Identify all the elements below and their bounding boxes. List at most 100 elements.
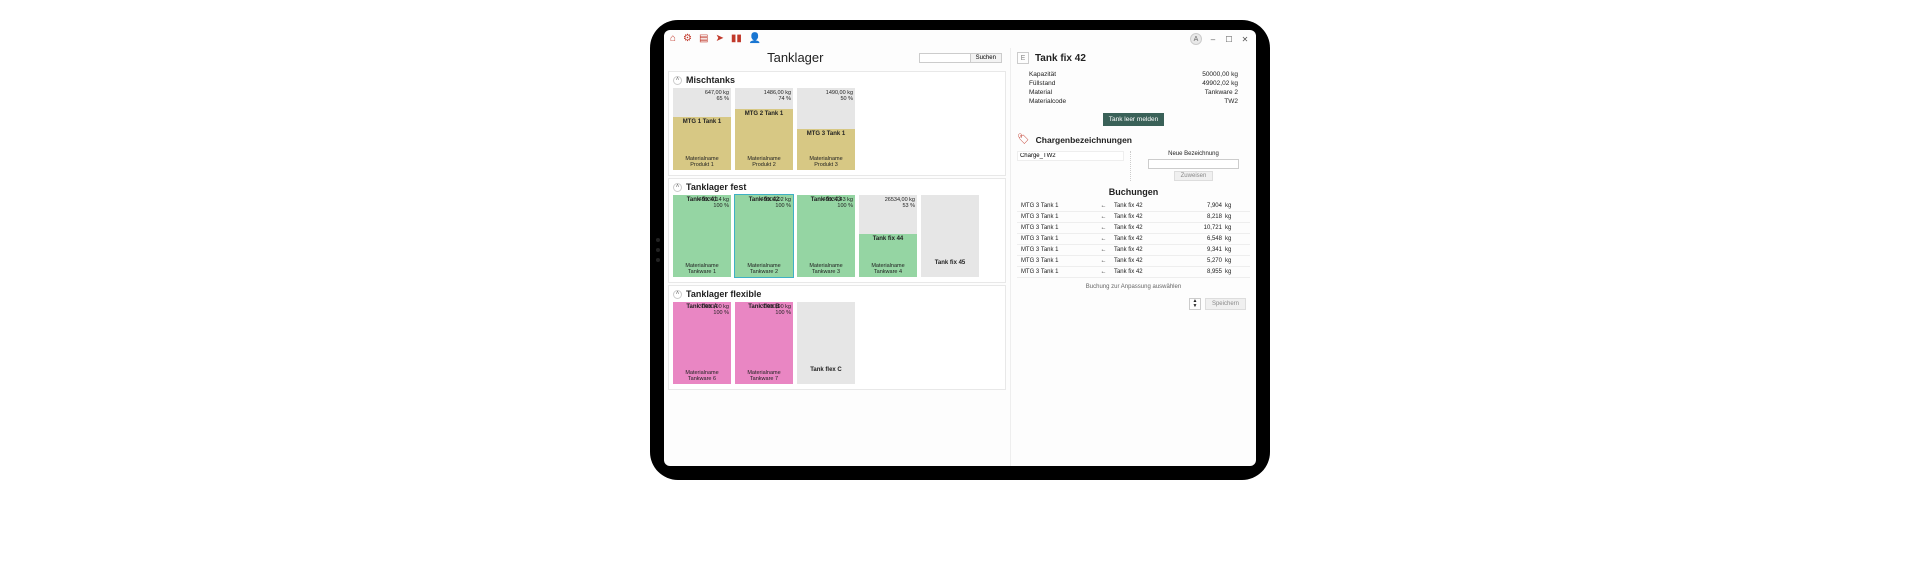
- booking-dest: MTG 3 Tank 1: [1021, 203, 1093, 209]
- booking-row[interactable]: MTG 3 Tank 1←Tank fix 4210,721kg: [1017, 223, 1250, 234]
- arrow-icon: ←: [1093, 225, 1114, 231]
- booking-qty: 10,721: [1174, 225, 1222, 231]
- tank-pct: 50 %: [826, 96, 853, 102]
- collapse-toggle[interactable]: ˄: [673, 290, 682, 299]
- tank-name: Tank flex C: [799, 367, 853, 373]
- booking-unit: kg: [1222, 225, 1246, 231]
- booking-row[interactable]: MTG 3 Tank 1←Tank fix 427,904kg: [1017, 201, 1250, 212]
- collapse-toggle[interactable]: ˄: [673, 76, 682, 85]
- quantity-stepper[interactable]: ▲▼: [1189, 298, 1201, 310]
- arrow-icon: ←: [1093, 203, 1114, 209]
- booking-src: Tank fix 42: [1114, 236, 1174, 242]
- section-title: Mischtanks: [686, 75, 735, 85]
- avatar[interactable]: A: [1190, 33, 1202, 45]
- cursor-icon[interactable]: ➤: [715, 34, 723, 44]
- detail-key: Materialcode: [1029, 98, 1066, 105]
- booking-qty: 8,218: [1174, 214, 1222, 220]
- tank-card[interactable]: 49902,02 kg100 %Tank fix 42MaterialnameT…: [735, 195, 793, 277]
- booking-dest: MTG 3 Tank 1: [1021, 225, 1093, 231]
- booking-unit: kg: [1222, 203, 1246, 209]
- booking-src: Tank fix 42: [1114, 203, 1174, 209]
- tag-icon: 🏷: [1017, 134, 1030, 145]
- arrow-icon: ←: [1093, 214, 1114, 220]
- tank-card[interactable]: 30000,00 kg100 %Tank flex BMaterialnameT…: [735, 302, 793, 384]
- section: ˄ Tanklager flexible 30000,00 kg100 %Tank …: [668, 285, 1006, 390]
- tank-name: MTG 3 Tank 1: [799, 131, 853, 137]
- booking-src: Tank fix 42: [1114, 214, 1174, 220]
- section: ˄ Mischtanks 647,00 kg65 %MTG 1 Tank 1Mate…: [668, 71, 1006, 176]
- tank-card[interactable]: 30000,00 kg100 %Tank flex AMaterialnameT…: [673, 302, 731, 384]
- toolbar: ⌂ ⚙ ▤ ➤ ▮▮ 👤 A – ☐ ✕: [664, 30, 1256, 48]
- booking-qty: 8,955: [1174, 269, 1222, 275]
- charge-title: Chargenbezeichnungen: [1036, 135, 1132, 145]
- detail-panel: E Tank fix 42 Kapazität50000,00 kgFüllst…: [1010, 48, 1256, 466]
- booking-unit: kg: [1222, 247, 1246, 253]
- collapse-toggle[interactable]: ˄: [673, 183, 682, 192]
- window-close[interactable]: ✕: [1240, 35, 1250, 44]
- section-title: Tanklager fest: [686, 182, 746, 192]
- booking-dest: MTG 3 Tank 1: [1021, 236, 1093, 242]
- arrow-icon: ←: [1093, 236, 1114, 242]
- gear-icon[interactable]: ⚙: [683, 34, 692, 44]
- charge-new-input[interactable]: [1148, 159, 1238, 169]
- tank-card[interactable]: Tank fix 45: [921, 195, 979, 277]
- booking-dest: MTG 3 Tank 1: [1021, 247, 1093, 253]
- bookings-title: Buchungen: [1017, 187, 1250, 197]
- booking-src: Tank fix 42: [1114, 225, 1174, 231]
- booking-unit: kg: [1222, 214, 1246, 220]
- booking-qty: 6,548: [1174, 236, 1222, 242]
- booking-qty: 5,270: [1174, 258, 1222, 264]
- booking-dest: MTG 3 Tank 1: [1021, 269, 1093, 275]
- tank-card[interactable]: 26534,00 kg53 %Tank fix 44MaterialnameTa…: [859, 195, 917, 277]
- booking-unit: kg: [1222, 269, 1246, 275]
- tank-card[interactable]: 49937,43 kg100 %Tank fix 43MaterialnameT…: [797, 195, 855, 277]
- chart-icon[interactable]: ▮▮: [731, 34, 742, 44]
- tank-card[interactable]: 1490,00 kg50 %MTG 3 Tank 1MaterialnamePr…: [797, 88, 855, 170]
- save-button[interactable]: Speichern: [1205, 298, 1246, 310]
- home-icon[interactable]: ⌂: [670, 34, 676, 44]
- tank-material: Produkt 1: [675, 162, 729, 168]
- bookings-footer: Buchung zur Anpassung auswählen: [1017, 282, 1250, 292]
- tank-empty-button[interactable]: Tank leer melden: [1103, 113, 1165, 126]
- search-button[interactable]: Suchen: [970, 54, 1001, 62]
- booking-row[interactable]: MTG 3 Tank 1←Tank fix 425,270kg: [1017, 256, 1250, 267]
- booking-row[interactable]: MTG 3 Tank 1←Tank fix 429,341kg: [1017, 245, 1250, 256]
- tank-card[interactable]: 1486,00 kg74 %MTG 2 Tank 1MaterialnamePr…: [735, 88, 793, 170]
- detail-value: 50000,00 kg: [1202, 71, 1238, 78]
- tank-name: Tank fix 45: [923, 260, 977, 266]
- main-panel: Tanklager Suchen ˄Mischtanks647,00 kg65 …: [664, 48, 1010, 466]
- tank-material: Tankware 7: [737, 376, 791, 382]
- tank-card[interactable]: 49930,14 kg100 %Tank fix 41MaterialnameT…: [673, 195, 731, 277]
- tank-card[interactable]: Tank flex C: [797, 302, 855, 384]
- charge-assign-button[interactable]: Zuweisen: [1174, 171, 1214, 181]
- booking-row[interactable]: MTG 3 Tank 1←Tank fix 428,218kg: [1017, 212, 1250, 223]
- booking-row[interactable]: MTG 3 Tank 1←Tank fix 426,548kg: [1017, 234, 1250, 245]
- window-maximize[interactable]: ☐: [1224, 35, 1234, 44]
- booking-src: Tank fix 42: [1114, 269, 1174, 275]
- tank-pct: 100 %: [761, 203, 791, 209]
- section: ˄ Tanklager fest 49930,14 kg100 %Tank fix …: [668, 178, 1006, 283]
- tank-pct: 74 %: [764, 96, 791, 102]
- detail-title: Tank fix 42: [1035, 53, 1086, 64]
- tank-material: Tankware 4: [861, 269, 915, 275]
- arrow-icon: ←: [1093, 269, 1114, 275]
- detail-key: Material: [1029, 89, 1052, 96]
- book-icon[interactable]: ▤: [699, 34, 708, 44]
- window-minimize[interactable]: –: [1208, 35, 1218, 44]
- tank-pct: 100 %: [823, 203, 853, 209]
- tank-card[interactable]: 647,00 kg65 %MTG 1 Tank 1MaterialnamePro…: [673, 88, 731, 170]
- detail-value: 49902,02 kg: [1202, 80, 1238, 87]
- charge-current-input[interactable]: [1017, 151, 1124, 161]
- tank-material: Tankware 1: [675, 269, 729, 275]
- section-title: Tanklager flexible: [686, 289, 761, 299]
- booking-unit: kg: [1222, 258, 1246, 264]
- arrow-icon: ←: [1093, 258, 1114, 264]
- tank-pct: 65 %: [705, 96, 729, 102]
- user-share-icon[interactable]: 👤: [749, 34, 761, 44]
- arrow-icon: ←: [1093, 247, 1114, 253]
- search-input[interactable]: [920, 54, 970, 62]
- booking-row[interactable]: MTG 3 Tank 1←Tank fix 428,955kg: [1017, 267, 1250, 278]
- detail-value: Tankware 2: [1205, 89, 1238, 96]
- booking-qty: 7,904: [1174, 203, 1222, 209]
- tank-pct: 100 %: [761, 310, 791, 316]
